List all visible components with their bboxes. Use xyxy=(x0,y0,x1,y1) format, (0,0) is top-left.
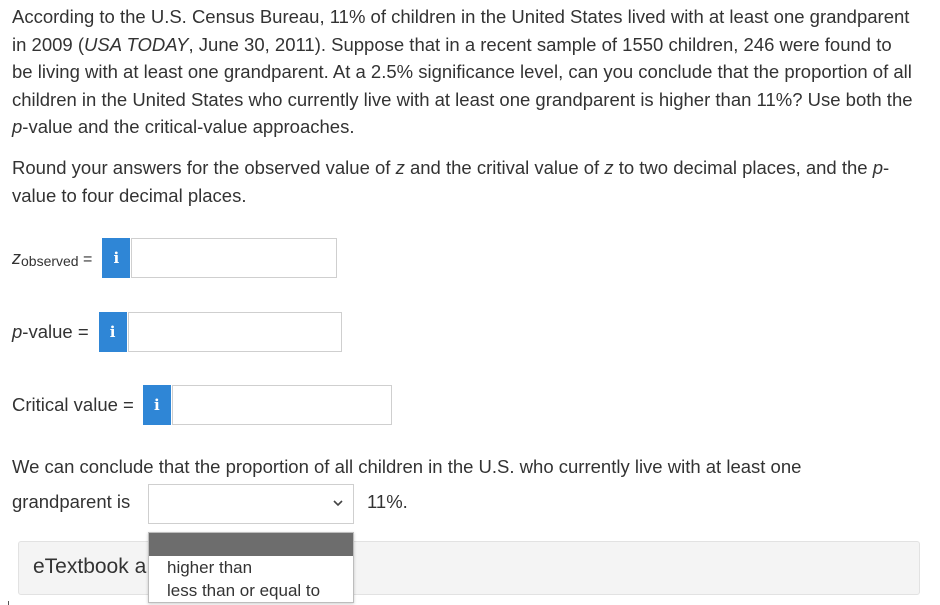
text-segment: p xyxy=(12,116,23,137)
z-symbol: z xyxy=(12,248,21,268)
z-subscript: observed xyxy=(21,253,79,269)
critical-value-input[interactable] xyxy=(171,385,392,425)
text-segment: USA TODAY xyxy=(84,33,189,55)
text-segment: and the critival value of xyxy=(404,157,605,178)
z-observed-input[interactable] xyxy=(131,238,338,278)
info-glyph: i xyxy=(153,396,160,414)
info-icon[interactable]: i xyxy=(98,312,127,352)
rounding-instructions: Round your answers for the observed valu… xyxy=(12,154,917,209)
comparison-select[interactable] xyxy=(148,484,354,524)
conclusion-text: We can conclude that the proportion of a… xyxy=(12,456,802,477)
text-segment: to two decimal places, and the xyxy=(613,157,873,178)
text-segment: -value and the critical-value approaches… xyxy=(22,116,355,137)
info-icon[interactable]: i xyxy=(102,238,131,278)
text-segment: z xyxy=(395,157,405,178)
p-value-input[interactable] xyxy=(127,312,342,352)
comparison-dropdown-menu: higher than less than or equal to xyxy=(148,532,354,603)
text-segment: p xyxy=(872,157,884,178)
dropdown-option[interactable]: higher than xyxy=(149,556,353,579)
p-value-label-text: -value = xyxy=(22,321,89,342)
etextbook-label: eTextbook a xyxy=(33,555,147,578)
conclusion-line2: grandparent is 11%. xyxy=(12,484,408,524)
dropdown-highlight[interactable] xyxy=(149,533,353,556)
conclusion-suffix: 11%. xyxy=(367,491,408,512)
text-segment: z xyxy=(604,157,614,178)
z-observed-label: zobserved = xyxy=(12,247,92,269)
p-value-row: p-value = i xyxy=(12,312,342,352)
equals-sign: = xyxy=(78,251,93,268)
dropdown-option[interactable]: less than or equal to xyxy=(149,579,353,602)
text-segment: Round your answers for the observed valu… xyxy=(12,157,396,178)
info-glyph: i xyxy=(109,323,116,341)
conclusion-prefix: grandparent is xyxy=(12,491,131,512)
z-observed-row: zobserved = i xyxy=(12,238,338,278)
info-glyph: i xyxy=(113,249,120,267)
question-text: According to the U.S. Census Bureau, 11%… xyxy=(12,3,917,141)
critical-value-label: Critical value = xyxy=(12,394,134,415)
page-edge-mark xyxy=(8,601,18,605)
critical-value-row: Critical value = i xyxy=(12,385,392,425)
chevron-down-icon xyxy=(333,500,343,507)
info-icon[interactable]: i xyxy=(142,385,171,425)
p-value-label: p-value = xyxy=(12,321,89,343)
p-symbol: p xyxy=(12,321,23,342)
